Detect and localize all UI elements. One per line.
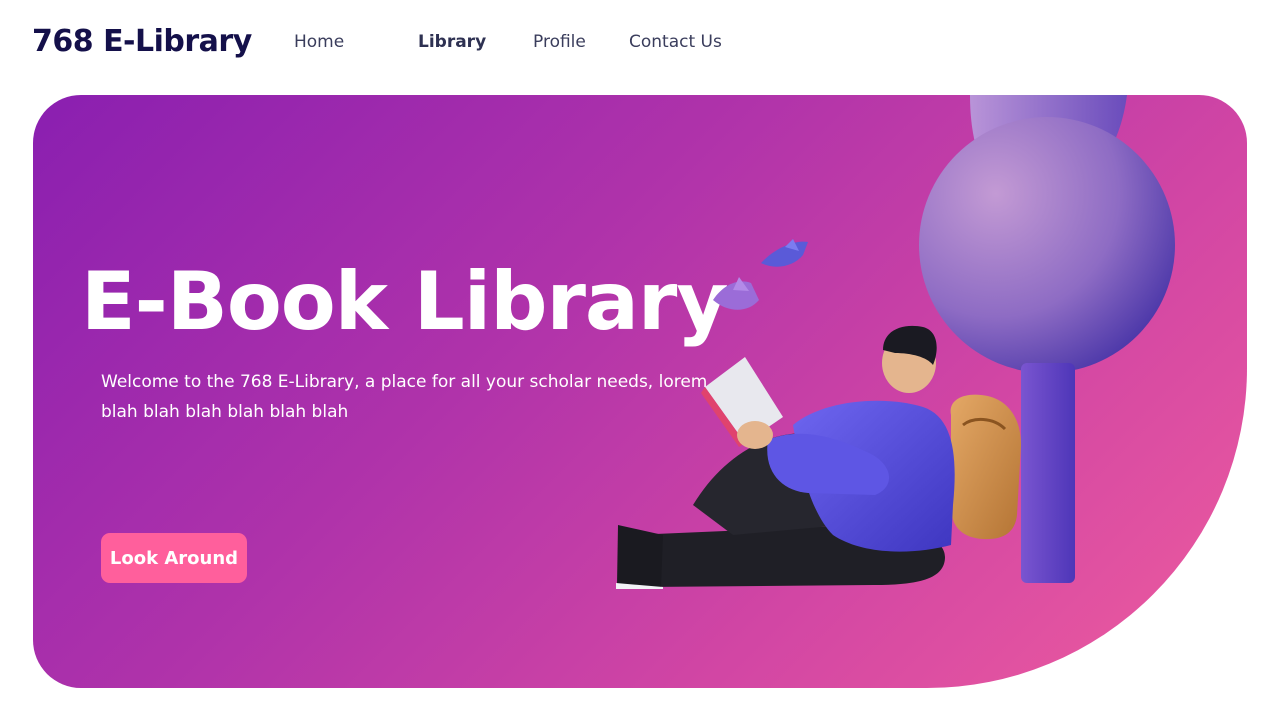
birds-icon	[713, 239, 808, 310]
backpack-icon	[950, 394, 1021, 540]
site-logo[interactable]: 768 E-Library	[32, 24, 252, 59]
nav-contact-us-link[interactable]: Contact Us	[629, 32, 722, 52]
nav-home-link[interactable]: Home	[294, 32, 344, 52]
hero-banner: E-Book Library Welcome to the 768 E-Libr…	[33, 95, 1247, 688]
site-header: 768 E-Library Home Library Profile Conta…	[0, 0, 1280, 90]
nav-profile-link[interactable]: Profile	[533, 32, 586, 52]
nav-library-link[interactable]: Library	[418, 32, 486, 52]
person-reading-under-tree-illustration	[616, 95, 1175, 589]
page: 768 E-Library Home Library Profile Conta…	[0, 0, 1280, 720]
